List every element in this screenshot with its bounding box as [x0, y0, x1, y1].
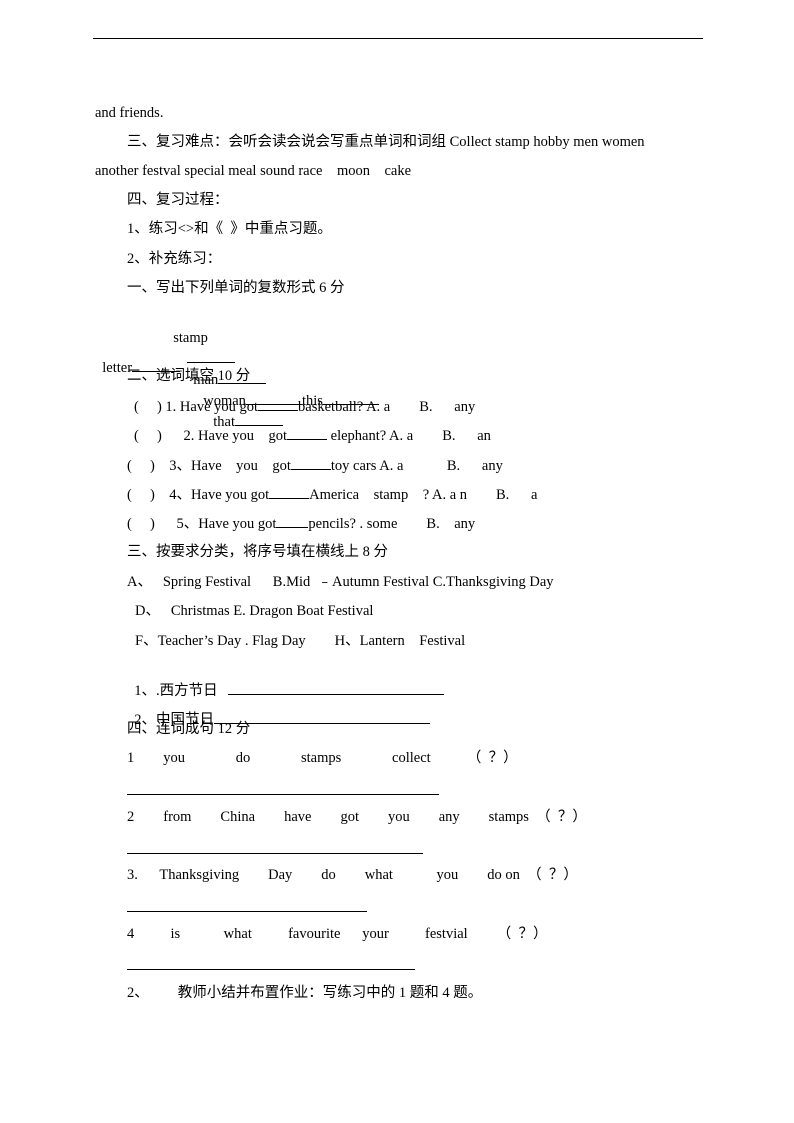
answer-line[interactable]	[127, 794, 439, 795]
option-line: D、 Christmas E. Dragon Boat Festival	[135, 603, 374, 619]
header-rule	[93, 38, 703, 39]
text-line: and friends.	[95, 105, 164, 121]
question-row: ( ) 2. Have you got elephant? A. a B. an	[134, 425, 491, 446]
question-row: ( ) 4、Have you got America stamp ? A. a n…	[127, 484, 537, 505]
answer-blank[interactable]	[290, 455, 331, 470]
homework-line: 2、 教师小结并布置作业：写练习中的 1 题和 4 题。	[127, 985, 483, 1001]
sentence-words: 4 is what favourite your festvial （ ？）	[127, 926, 548, 942]
answer-blank[interactable]	[269, 484, 310, 499]
answer-blank[interactable]	[258, 396, 299, 411]
answer-blank[interactable]	[287, 425, 328, 440]
review-difficulty: 三、复习难点：会听会读会说会写重点单词和词组 Collect stamp hob…	[127, 134, 645, 150]
question-row: ( ) 3、Have you got toy cars A. a B. any	[127, 455, 503, 476]
answer-line[interactable]	[127, 853, 423, 854]
question-row: ( ) 5、Have you got pencils? . some B. any	[127, 513, 475, 534]
sentence-words: 1 you do stamps collect （ ？）	[127, 750, 518, 766]
question-row: ( ) 1. Have you got basketball? A. a B. a…	[134, 396, 475, 417]
answer-line[interactable]	[127, 911, 367, 912]
sentence-words: 2 from China have got you any stamps （ ？…	[127, 809, 587, 825]
option-line: F、Teacher’s Day . Flag Day H、Lantern Fes…	[135, 633, 466, 649]
exercise-heading: 四、连词成句 12 分	[127, 721, 251, 737]
option-line: A、 Spring Festival B.Mid ﹣Autumn Festiva…	[127, 574, 554, 590]
answer-line[interactable]	[127, 969, 415, 970]
answer-blank[interactable]	[187, 348, 236, 363]
exercise-heading: 三、按要求分类，将序号填在横线上 8 分	[127, 544, 388, 560]
section-heading: 四、复习过程：	[127, 192, 229, 208]
sentence-words: 3. Thanksgiving Day do what you do on （ …	[127, 867, 578, 883]
text-line: 2、补充练习：	[127, 251, 222, 267]
text-line: 1、练习<>和《 》中重点习题。	[127, 221, 332, 237]
text-line: another festval special meal sound race …	[95, 163, 412, 179]
answer-blank[interactable]	[276, 513, 309, 528]
exercise-heading: 一、写出下列单词的复数形式 6 分	[127, 280, 345, 296]
exercise-heading: 二、选词填空 10 分	[127, 368, 251, 384]
